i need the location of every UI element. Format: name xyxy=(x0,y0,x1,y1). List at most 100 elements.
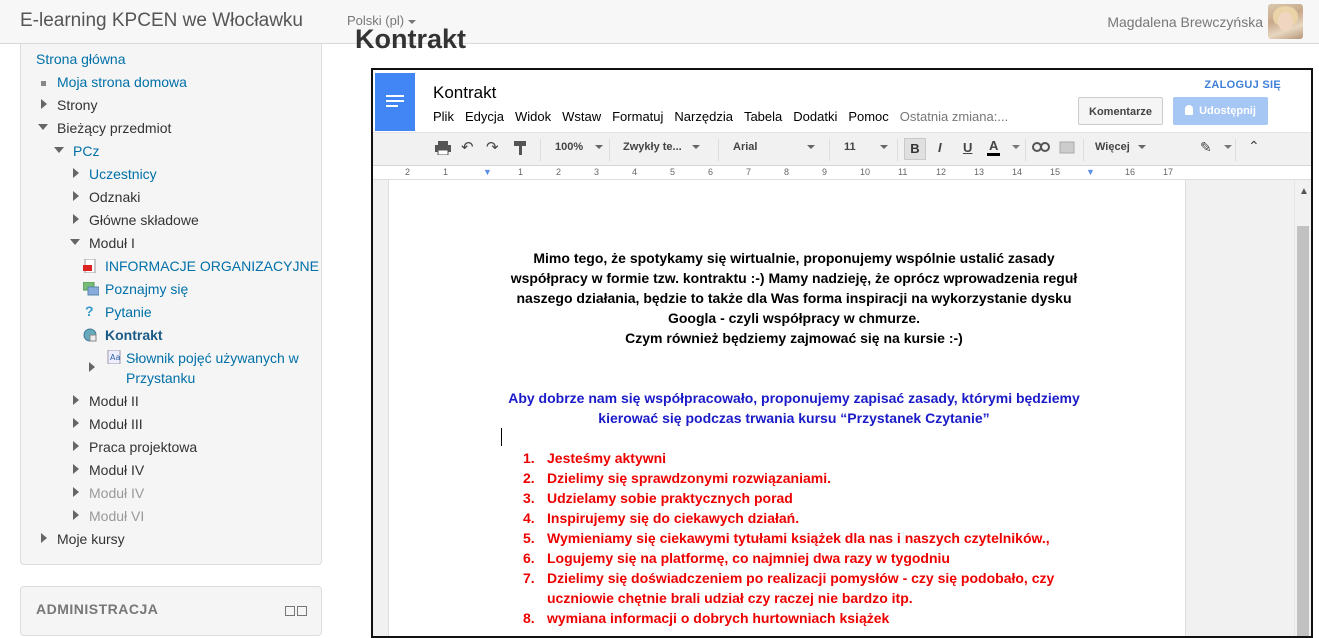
nav-get-to-know[interactable]: Poznajmy się xyxy=(105,281,188,297)
ruler: 2 1 ▼ 1 2 3 4 5 6 7 8 9 10 11 12 13 14 1… xyxy=(373,166,1311,180)
list-text: Wymieniamy się ciekawymi tytułami książe… xyxy=(547,530,1050,546)
share-label: Udostępnij xyxy=(1199,105,1256,117)
nav-home[interactable]: Strona główna xyxy=(36,51,126,67)
text-line: kierować się podczas trwania kursu “Przy… xyxy=(598,410,990,426)
zoom-select[interactable]: 100% xyxy=(555,141,604,153)
expand-icon[interactable] xyxy=(41,99,47,109)
redo-icon[interactable]: ↷ xyxy=(486,138,499,156)
last-edit-link[interactable]: Ostatnia zmiana:... xyxy=(900,109,1008,124)
expand-icon[interactable] xyxy=(41,533,47,543)
italic-button[interactable]: I xyxy=(938,140,942,155)
expand-icon[interactable] xyxy=(73,418,79,428)
link-icon[interactable] xyxy=(1032,141,1050,156)
nav-project-work[interactable]: Praca projektowa xyxy=(89,439,197,455)
collapse-icon[interactable] xyxy=(70,239,80,245)
menu-addons[interactable]: Dodatki xyxy=(793,109,837,124)
intro-paragraph: Mimo tego, że spotykamy się wirtualnie, … xyxy=(484,248,1104,348)
font-size-select[interactable]: 11 xyxy=(844,141,888,153)
nav-current-course[interactable]: Bieżący przedmiot xyxy=(57,120,171,136)
ruler-mark: 2 xyxy=(556,167,562,177)
expand-icon[interactable] xyxy=(73,441,79,451)
doc-title[interactable]: Kontrakt xyxy=(433,83,496,103)
login-link[interactable]: ZALOGUJ SIĘ xyxy=(1204,79,1281,91)
nav-module-6[interactable]: Moduł VI xyxy=(89,508,144,524)
comment-icon[interactable] xyxy=(1059,141,1075,158)
nav-course-pcz[interactable]: PCz xyxy=(73,143,99,159)
paint-format-icon[interactable] xyxy=(514,141,528,158)
menu-help[interactable]: Pomoc xyxy=(848,109,888,124)
nav-participants[interactable]: Uczestnicy xyxy=(89,166,157,182)
bold-button[interactable]: B xyxy=(904,138,926,160)
expand-icon[interactable] xyxy=(73,395,79,405)
docs-logo-line xyxy=(386,95,404,97)
print-icon[interactable] xyxy=(435,141,451,158)
expand-icon[interactable] xyxy=(73,191,79,201)
edit-pencil-icon[interactable]: ✎ xyxy=(1200,139,1212,156)
nav-module-4[interactable]: Moduł IV xyxy=(89,462,144,478)
doc-scrollbar[interactable]: ▲ xyxy=(1294,180,1311,636)
user-name[interactable]: Magdalena Brewczyńska xyxy=(1107,14,1263,30)
nav-module-1[interactable]: Moduł I xyxy=(89,235,135,251)
collapse-icon[interactable] xyxy=(38,124,48,130)
menu-file[interactable]: Plik xyxy=(433,109,454,124)
avatar[interactable] xyxy=(1268,4,1303,39)
nav-glossary[interactable]: Słownik pojęć używanych w xyxy=(126,350,299,366)
navigation-block: Strona główna Moja strona domowa Strony … xyxy=(20,44,322,565)
menu-table[interactable]: Tabela xyxy=(744,109,782,124)
chevron-down-icon[interactable] xyxy=(1220,139,1232,153)
menu-tools[interactable]: Narzędzia xyxy=(674,109,733,124)
underline-button[interactable]: U xyxy=(963,140,972,155)
list-item: 5. Wymieniamy się ciekawymi tytułami ksią… xyxy=(519,528,1079,548)
nav-org-info[interactable]: INFORMACJE ORGANIZACYJNE xyxy=(105,258,319,274)
text-color-dropdown[interactable] xyxy=(1008,139,1020,153)
ruler-mark: 16 xyxy=(1125,167,1136,177)
nav-general[interactable]: Główne składowe xyxy=(89,212,199,228)
nav-question[interactable]: Pytanie xyxy=(105,304,152,320)
font-select[interactable]: Arial xyxy=(733,141,816,153)
ruler-mark: 9 xyxy=(822,167,828,177)
document-page[interactable]: Mimo tego, że spotykamy się wirtualnie, … xyxy=(388,180,1186,636)
nav-pages[interactable]: Strony xyxy=(57,97,97,113)
expand-icon[interactable] xyxy=(73,168,79,178)
blue-paragraph: Aby dobrze nam się współpracowało, propo… xyxy=(484,388,1104,428)
dock-icon[interactable] xyxy=(297,606,307,616)
toolbar-divider xyxy=(897,139,898,161)
nav-my-courses[interactable]: Moje kursy xyxy=(57,531,125,547)
toolbar-divider xyxy=(609,139,610,161)
share-button[interactable]: Udostępnij xyxy=(1173,97,1268,125)
indent-marker-icon[interactable]: ▼ xyxy=(1086,167,1095,177)
docs-logo-icon[interactable] xyxy=(375,73,415,131)
indent-marker-icon[interactable]: ▼ xyxy=(483,167,492,177)
undo-icon[interactable]: ↶ xyxy=(461,138,474,156)
menu-view[interactable]: Widok xyxy=(515,109,551,124)
collapse-toolbar-icon[interactable]: ⌃ xyxy=(1248,138,1260,155)
comments-button[interactable]: Komentarze xyxy=(1078,97,1163,125)
expand-icon[interactable] xyxy=(89,362,95,372)
ruler-mark: 6 xyxy=(708,167,714,177)
expand-icon[interactable] xyxy=(73,510,79,520)
nav-glossary-cont[interactable]: Przystanku xyxy=(126,370,195,386)
nav-my-home[interactable]: Moja strona domowa xyxy=(57,74,187,90)
scroll-up-icon[interactable]: ▲ xyxy=(1299,186,1309,197)
style-select[interactable]: Zwykły te... xyxy=(623,141,700,153)
nav-module-3[interactable]: Moduł III xyxy=(89,416,143,432)
site-brand[interactable]: E-learning KPCEN we Włocławku xyxy=(20,10,303,32)
nav-badges[interactable]: Odznaki xyxy=(89,189,140,205)
more-button[interactable]: Więcej xyxy=(1095,141,1146,153)
expand-icon[interactable] xyxy=(73,214,79,224)
expand-icon[interactable] xyxy=(73,487,79,497)
nav-module-4-hidden[interactable]: Moduł IV xyxy=(89,485,144,501)
menu-edit[interactable]: Edycja xyxy=(465,109,504,124)
scrollbar-thumb[interactable] xyxy=(1297,226,1309,636)
ruler-mark: 5 xyxy=(670,167,676,177)
menu-insert[interactable]: Wstaw xyxy=(562,109,601,124)
nav-module-2[interactable]: Moduł II xyxy=(89,393,139,409)
collapse-icon[interactable] xyxy=(54,147,64,153)
text-color-button[interactable]: A xyxy=(987,139,1001,156)
expand-icon[interactable] xyxy=(73,464,79,474)
menu-format[interactable]: Formatuj xyxy=(612,109,663,124)
nav-contract[interactable]: Kontrakt xyxy=(105,327,163,343)
minimize-icon[interactable] xyxy=(285,606,295,616)
list-number: 1. xyxy=(523,450,535,466)
chevron-down-icon xyxy=(1137,145,1146,150)
